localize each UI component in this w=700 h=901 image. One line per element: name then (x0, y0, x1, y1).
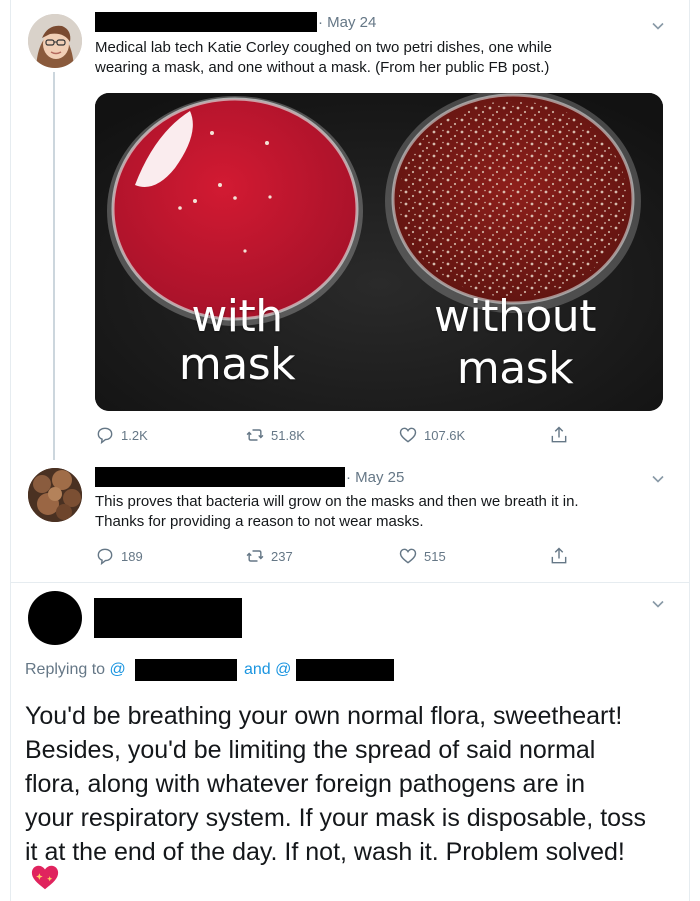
tweet-text-line: flora, along with whatever foreign patho… (25, 770, 586, 798)
image-label-line: without (434, 291, 596, 342)
redacted-mention (296, 659, 394, 681)
reply-count: 1.2K (121, 427, 148, 443)
tweet-date[interactable]: · May 25 (346, 469, 404, 486)
image-label-line: mask (456, 343, 574, 394)
reply-icon (97, 427, 113, 445)
share-icon (551, 547, 567, 564)
tweet-text: This proves that bacteria will grow on t… (95, 492, 675, 532)
redacted-mention (135, 659, 237, 681)
avatar[interactable] (28, 591, 82, 645)
tweet-text-line: it at the end of the day. If not, wash i… (25, 838, 625, 866)
reply-button[interactable]: 189 (95, 546, 143, 566)
image-label-line: mask (178, 339, 296, 390)
replying-to-line-continued: and @ (244, 661, 291, 679)
retweet-count: 51.8K (271, 427, 305, 443)
retweet-icon (246, 429, 264, 441)
retweet-icon (246, 550, 264, 562)
like-count: 515 (424, 548, 446, 564)
avatar[interactable] (28, 14, 82, 68)
share-button[interactable] (549, 425, 569, 445)
avatar-photo-flowers (28, 468, 82, 522)
reply-button[interactable]: 1.2K (95, 425, 148, 445)
like-count: 107.6K (424, 427, 466, 443)
like-button[interactable]: 515 (398, 546, 446, 566)
retweet-button[interactable]: 51.8K (245, 425, 305, 445)
avatar-photo-woman (28, 14, 82, 68)
tweet-text: Medical lab tech Katie Corley coughed on… (95, 38, 655, 78)
mention-link[interactable]: @ (275, 661, 291, 678)
tweet-text-line: Medical lab tech Katie Corley coughed on… (95, 39, 552, 56)
tweet-text: You'd be breathing your own normal flora… (25, 699, 675, 869)
share-icon (551, 426, 567, 443)
sparkling-heart-icon (31, 865, 59, 890)
tweet-image-petri-dishes[interactable]: with mask without mask (95, 93, 663, 411)
like-button[interactable]: 107.6K (398, 425, 465, 445)
tweet-text-line: wearing a mask, and one without a mask. … (95, 59, 550, 76)
avatar[interactable] (28, 468, 82, 522)
share-button[interactable] (549, 546, 569, 566)
tweet-text-line: You'd be breathing your own normal flora… (25, 702, 623, 730)
replying-to-line: Replying to @ (25, 661, 126, 679)
tweet-text-line: Thanks for providing a reason to not wea… (95, 513, 424, 530)
replying-to-label: Replying to (25, 661, 106, 678)
image-label-with-mask: with mask (177, 293, 297, 389)
tweet-divider (10, 582, 690, 583)
tweet-date[interactable]: · May 24 (318, 14, 376, 31)
image-label-line: with (191, 291, 283, 342)
retweet-button[interactable]: 237 (245, 546, 293, 566)
mention-link[interactable]: @ (110, 661, 126, 678)
chevron-down-icon[interactable] (650, 596, 666, 612)
tweet-text-line: your respiratory system. If your mask is… (25, 804, 647, 832)
and-label: and (244, 661, 271, 678)
chevron-down-icon[interactable] (650, 471, 666, 487)
heart-outline-icon (399, 427, 417, 443)
tweet-text-line: Besides, you'd be limiting the spread of… (25, 736, 596, 764)
reply-count: 189 (121, 548, 143, 564)
tweet-text-line: This proves that bacteria will grow on t… (95, 493, 579, 510)
reply-icon (97, 548, 113, 566)
retweet-count: 237 (271, 548, 293, 564)
chevron-down-icon[interactable] (650, 18, 666, 34)
redacted-display-name (94, 598, 242, 638)
thread-connector-line (53, 72, 55, 460)
heart-outline-icon (399, 548, 417, 564)
redacted-username (95, 12, 317, 32)
redacted-username (95, 467, 345, 487)
image-label-without-mask: without mask (420, 291, 610, 395)
